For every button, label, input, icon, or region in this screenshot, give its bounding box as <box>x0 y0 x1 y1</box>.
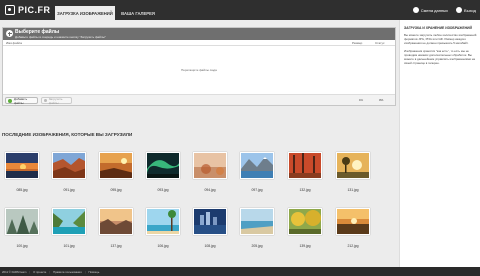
image-thumbnail[interactable] <box>99 208 133 235</box>
image-thumbnail[interactable] <box>5 152 39 179</box>
image-thumbnail[interactable] <box>193 208 227 235</box>
change-data-label: Смена данных <box>420 7 449 13</box>
image-thumbnail[interactable] <box>52 152 86 179</box>
sidebar-paragraph: Вы можете загрузить любое количество изо… <box>404 33 477 45</box>
start-upload-button[interactable]: Загрузить файлы <box>41 96 72 105</box>
image-caption: 212.jpg <box>347 244 359 248</box>
image-thumbnail[interactable] <box>240 152 274 179</box>
logout-link[interactable]: Выход <box>456 7 476 13</box>
footer-divider: | <box>84 269 86 274</box>
footer-link-help[interactable]: Помощь <box>88 270 99 274</box>
image-thumbnail[interactable] <box>240 208 274 235</box>
add-icon <box>8 98 12 103</box>
drop-hint: Перетащите файлы сюда <box>181 68 217 72</box>
image-thumbnail[interactable] <box>99 152 133 179</box>
image-caption: 101.jpg <box>63 244 75 248</box>
change-data-link[interactable]: Смена данных <box>412 7 449 13</box>
add-files-button[interactable]: Добавить файлы <box>5 96 38 105</box>
total-size: 0 b <box>359 98 364 102</box>
image-caption: 093.jpg <box>157 188 169 192</box>
footer-divider: | <box>49 269 51 274</box>
uploader-panel: Выберите файлы Добавьте файлы в очередь … <box>2 27 396 106</box>
image-caption: 205.jpg <box>251 244 263 248</box>
upload-icon <box>44 99 47 102</box>
image-caption: 100.jpg <box>16 244 28 248</box>
image-caption: 108.jpg <box>204 244 216 248</box>
image-caption: 091.jpg <box>63 188 75 192</box>
image-thumbnail[interactable] <box>146 152 180 179</box>
start-upload-label: Загрузить файлы <box>48 96 63 105</box>
sidebar-paragraph: Изображения хранятся "как есть", то есть… <box>404 49 475 65</box>
column-size: Размер <box>352 41 363 45</box>
footer-divider: | <box>29 269 31 274</box>
recent-images-title: ПОСЛЕДНИЕ ИЗОБРАЖЕНИЯ, КОТОРЫЕ ВЫ ЗАГРУЗ… <box>2 132 133 137</box>
footer: 2011 © FARM team | О проекте | Правила п… <box>0 267 480 276</box>
logo[interactable]: PIC.FR <box>5 4 51 16</box>
tab-your-gallery[interactable]: ВАША ГАЛЕРЕЯ <box>117 6 159 20</box>
footer-link-rules[interactable]: Правила пользования <box>53 270 82 274</box>
image-caption: 132.jpg <box>299 188 311 192</box>
info-sidebar: ЗАГРУЗКА И ХРАНЕНИЕ ИЗОБРАЖЕНИЙ Вы может… <box>399 20 480 267</box>
image-thumbnail[interactable] <box>336 152 370 179</box>
image-caption: 137.jpg <box>110 244 122 248</box>
uploader-footer: Добавить файлы Загрузить файлы 0 b 0% <box>3 94 395 105</box>
image-caption: 097.jpg <box>251 188 263 192</box>
uploader-subtitle: Добавьте файлы в очередь и нажмите кнопк… <box>15 35 106 39</box>
image-thumbnail[interactable] <box>336 208 370 235</box>
column-status: Статус <box>375 41 385 45</box>
tab-upload-images[interactable]: ЗАГРУЗКА ИЗОБРАЖЕНИЙ <box>55 6 115 20</box>
image-caption: 139.jpg <box>299 244 311 248</box>
image-caption: 106.jpg <box>157 244 169 248</box>
image-caption: 085.jpg <box>16 188 28 192</box>
logout-label: Выход <box>464 7 476 13</box>
plus-icon <box>6 30 13 37</box>
image-thumbnail[interactable] <box>146 208 180 235</box>
image-thumbnail[interactable] <box>288 208 322 235</box>
image-caption: 131.jpg <box>347 188 359 192</box>
settings-icon <box>412 7 419 13</box>
image-thumbnail[interactable] <box>5 208 39 235</box>
logo-text: PIC.FR <box>18 5 51 15</box>
logout-icon <box>456 7 463 13</box>
copyright: 2011 © FARM team <box>2 269 27 274</box>
footer-link-about[interactable]: О проекте <box>33 270 46 274</box>
user-links: Смена данных Выход <box>412 0 476 20</box>
image-caption: 095.jpg <box>110 188 122 192</box>
total-percent: 0% <box>379 98 384 102</box>
image-thumbnail[interactable] <box>193 152 227 179</box>
top-bar: PIC.FR ЗАГРУЗКА ИЗОБРАЖЕНИЙ ВАША ГАЛЕРЕЯ… <box>0 0 480 20</box>
image-thumbnail[interactable] <box>52 208 86 235</box>
camera-icon <box>5 5 15 15</box>
uploader-header: Выберите файлы Добавьте файлы в очередь … <box>3 28 395 40</box>
column-filename: Имя файла <box>6 41 22 45</box>
sidebar-title: ЗАГРУЗКА И ХРАНЕНИЕ ИЗОБРАЖЕНИЙ <box>404 26 472 30</box>
drop-zone[interactable]: Перетащите файлы сюда <box>3 46 395 94</box>
add-files-label: Добавить файлы <box>13 96 28 105</box>
image-caption: 094.jpg <box>204 188 216 192</box>
image-thumbnail[interactable] <box>288 152 322 179</box>
